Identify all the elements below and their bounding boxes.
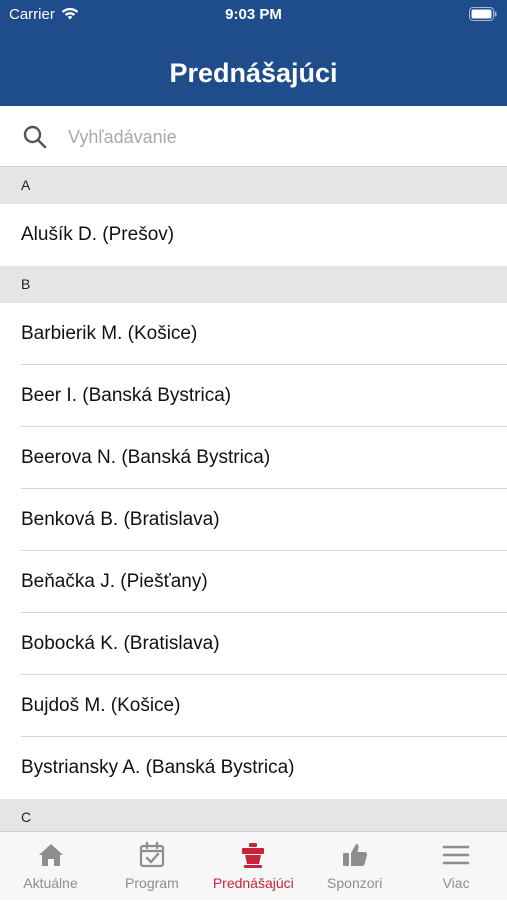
search-bar: [0, 106, 507, 167]
clock: 9:03 PM: [225, 6, 282, 23]
battery-icon: [469, 7, 497, 25]
speaker-list[interactable]: A Alušík D. (Prešov) B Barbierik M. (Košice…: [0, 167, 507, 831]
tab-calendar-check[interactable]: Program: [101, 832, 202, 901]
speaker-name: Barbierik M. (Košice): [21, 323, 198, 344]
section-header: B: [0, 266, 507, 303]
tab-label: Prednášajúci: [212, 875, 294, 891]
section-header: C: [0, 799, 507, 831]
list-item[interactable]: Bystriansky A. (Banská Bystrica): [0, 737, 507, 799]
speaker-name: Beňačka J. (Piešťany): [21, 571, 208, 592]
speaker-name: Bobocká K. (Bratislava): [21, 633, 220, 654]
thumbs-up-icon: [304, 840, 405, 870]
navigation-header: Carrier 9:03 PM Prednášajúci: [0, 0, 507, 106]
speaker-name: Beerova N. (Banská Bystrica): [21, 447, 271, 468]
tab-label: Program: [125, 875, 179, 891]
tab-menu[interactable]: Viac: [406, 832, 507, 901]
tab-label: Aktuálne: [23, 875, 78, 891]
speaker-name: Beer I. (Banská Bystrica): [21, 385, 232, 406]
list-item[interactable]: Beerova N. (Banská Bystrica): [0, 427, 507, 489]
list-item[interactable]: Alušík D. (Prešov): [0, 204, 507, 266]
calendar-check-icon: [101, 840, 202, 870]
list-item[interactable]: Beňačka J. (Piešťany): [0, 551, 507, 613]
search-icon: [22, 124, 48, 155]
menu-icon: [406, 840, 507, 870]
speaker-name: Bujdoš M. (Košice): [21, 695, 181, 716]
tab-label: Viac: [442, 875, 470, 891]
search-input[interactable]: [66, 118, 490, 156]
list-item[interactable]: Bujdoš M. (Košice): [0, 675, 507, 737]
speaker-name: Bystriansky A. (Banská Bystrica): [21, 757, 295, 778]
page-title: Prednášajúci: [169, 58, 338, 88]
list-item[interactable]: Beer I. (Banská Bystrica): [0, 365, 507, 427]
tab-home[interactable]: Aktuálne: [0, 832, 101, 901]
list-item[interactable]: Bobocká K. (Bratislava): [0, 613, 507, 675]
list-item[interactable]: Benková B. (Bratislava): [0, 489, 507, 551]
section-header: A: [0, 167, 507, 204]
tab-lectern[interactable]: Prednášajúci: [203, 832, 304, 901]
tab-thumbs-up[interactable]: Sponzori: [304, 832, 405, 901]
list-item[interactable]: Barbierik M. (Košice): [0, 303, 507, 365]
home-icon: [0, 840, 101, 870]
status-bar: Carrier 9:03 PM: [0, 0, 507, 28]
tab-label: Sponzori: [327, 875, 383, 891]
lectern-icon: [203, 840, 304, 870]
speaker-name: Benková B. (Bratislava): [21, 509, 220, 530]
tab-bar: Aktuálne Program Prednášajúci Sponzori Viac: [0, 831, 507, 900]
speaker-name: Alušík D. (Prešov): [21, 224, 175, 245]
